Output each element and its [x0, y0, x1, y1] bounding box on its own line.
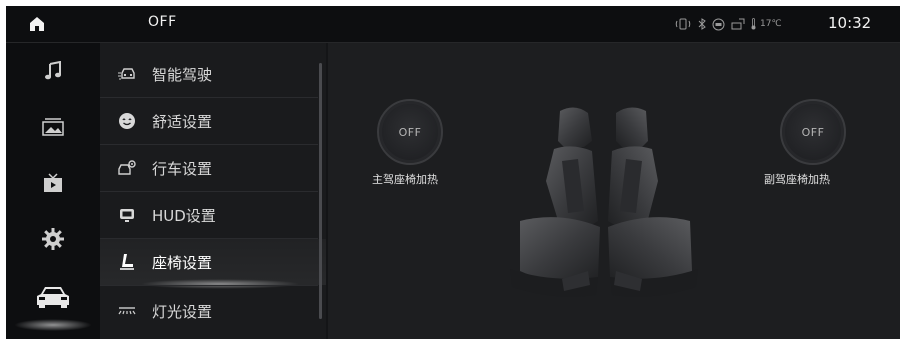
menu-scrollbar[interactable] [319, 63, 322, 319]
headlight-icon [118, 307, 136, 315]
driver-seat [510, 107, 600, 297]
menu-item-assisted-driving[interactable]: 智能驾驶 [100, 51, 326, 97]
status-text: OFF [148, 14, 177, 30]
seat-icon [120, 254, 134, 270]
status-bar: OFF 17℃ 10:32 [6, 6, 900, 43]
car-settings-icon [118, 160, 136, 175]
clock: 10:32 [828, 14, 872, 32]
menu-item-label: 智能驾驶 [152, 66, 213, 84]
screen: OFF 17℃ 10:32 智能驾驶 舒适设置 行车设置 HUD设置 座椅设置 … [6, 6, 900, 339]
app-rail [6, 43, 100, 339]
nfc-icon [712, 18, 725, 30]
driver-seat-heat-state: OFF [398, 125, 422, 139]
hud-icon [120, 209, 134, 222]
rail-item-music[interactable] [6, 43, 100, 99]
signal-icon [731, 18, 745, 30]
menu-item-label: 灯光设置 [152, 303, 213, 321]
menu-item-car-settings[interactable]: 行车设置 [100, 145, 326, 191]
menu-item-label: 座椅设置 [152, 254, 213, 272]
assisted-driving-icon [118, 68, 135, 80]
passenger-seat [608, 107, 698, 297]
rail-item-gallery[interactable] [6, 99, 100, 155]
comfort-icon [119, 113, 135, 129]
seats-illustration [510, 107, 698, 297]
menu-item-seat[interactable]: 座椅设置 [100, 239, 326, 289]
settings-menu: 智能驾驶 舒适设置 行车设置 HUD设置 座椅设置 灯光设置 [100, 43, 326, 339]
status-icons: 17℃ [674, 17, 782, 31]
menu-scroll-thumb[interactable] [319, 63, 322, 319]
vibrate-icon [675, 18, 691, 30]
rail-item-car[interactable] [6, 269, 100, 331]
passenger-seat-heat-label: 副驾座椅加热 [764, 173, 830, 186]
rail-item-settings[interactable] [6, 211, 100, 267]
menu-item-label: 舒适设置 [152, 113, 213, 131]
rail-item-video[interactable] [6, 155, 100, 211]
home-icon[interactable] [28, 15, 46, 33]
music-note-icon [45, 61, 61, 80]
image-icon [42, 118, 64, 136]
gear-icon [42, 228, 64, 250]
tv-icon [44, 173, 62, 192]
bluetooth-icon [698, 18, 706, 30]
car-icon [37, 287, 69, 308]
menu-item-label: 行车设置 [152, 160, 213, 178]
menu-item-lights[interactable]: 灯光设置 [100, 288, 326, 334]
temperature: 17℃ [760, 19, 782, 29]
seat-settings-panel: OFF 主驾座椅加热 OFF 副驾座椅加热 [328, 43, 900, 339]
menu-item-label: HUD设置 [152, 207, 216, 225]
driver-seat-heat-button[interactable]: OFF [377, 99, 443, 165]
menu-item-hud[interactable]: HUD设置 [100, 192, 326, 238]
passenger-seat-heat-button[interactable]: OFF [780, 99, 846, 165]
thermometer-icon [751, 18, 756, 30]
driver-seat-heat-label: 主驾座椅加热 [372, 173, 438, 186]
menu-divider [100, 285, 318, 286]
passenger-seat-heat-state: OFF [801, 125, 825, 139]
menu-item-comfort[interactable]: 舒适设置 [100, 98, 326, 144]
